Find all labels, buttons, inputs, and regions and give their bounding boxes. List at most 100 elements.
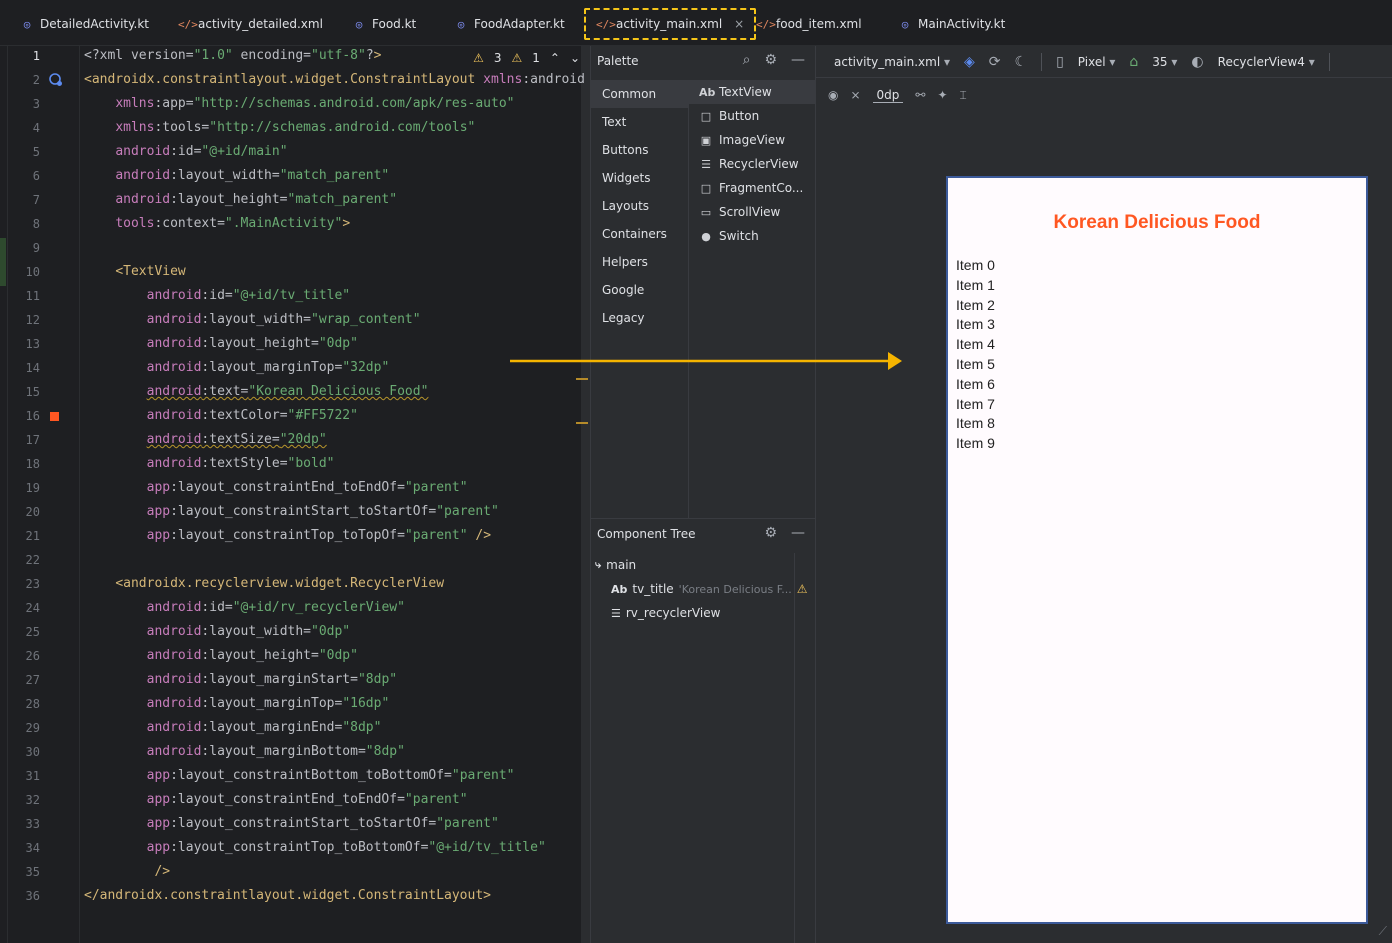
tab-foodadapter-kt[interactable]: ◎ FoodAdapter.kt [454, 8, 565, 40]
magnet-icon[interactable]: ⨯ [850, 88, 860, 102]
tree-node-main[interactable]: ⤷ main [595, 553, 636, 577]
tree-node-rv-recyclerView[interactable]: ☰ rv_recyclerView [611, 601, 720, 625]
code-line[interactable]: android:layout_marginTop="16dp" [84, 692, 390, 716]
code-line[interactable]: android:layout_height="0dp" [84, 332, 358, 356]
preview-title[interactable]: Korean Delicious Food [948, 212, 1366, 234]
palette-category-text[interactable]: Text [591, 108, 688, 136]
chevron-down-icon[interactable]: ⌄ [570, 51, 580, 65]
code-line[interactable]: <?xml version="1.0" encoding="utf-8"?> [84, 46, 381, 68]
code-line[interactable]: android:textStyle="bold" [84, 452, 335, 476]
tab-detailedactivity-kt[interactable]: ◎ DetailedActivity.kt [20, 8, 149, 40]
palette-category-widgets[interactable]: Widgets [591, 164, 688, 192]
warning-icon[interactable]: ⚠ [797, 582, 808, 596]
preview-list-item[interactable]: Item 8 [956, 414, 995, 434]
code-line[interactable]: /> [84, 860, 170, 884]
close-icon[interactable]: × [734, 17, 744, 31]
code-line[interactable]: app:layout_constraintBottom_toBottomOf="… [84, 764, 515, 788]
tab-activity-main-xml[interactable]: </> activity_main.xml × [584, 8, 757, 40]
code-line[interactable]: app:layout_constraintEnd_toEndOf="parent… [84, 788, 468, 812]
code-line[interactable]: android:id="@+id/main" [84, 140, 287, 164]
palette-item-scrollview[interactable]: ▭ ScrollView [689, 200, 816, 224]
code-line[interactable]: android:id="@+id/rv_recyclerView" [84, 596, 405, 620]
palette-category-buttons[interactable]: Buttons [591, 136, 688, 164]
code-line[interactable]: app:layout_constraintTop_toBottomOf="@+i… [84, 836, 546, 860]
code-line[interactable]: android:layout_height="0dp" [84, 644, 358, 668]
tree-node-tv-title[interactable]: Ab tv_title 'Korean Delicious F... ⚠ [611, 577, 808, 601]
gear-icon[interactable]: ⚙ [764, 525, 777, 541]
chevron-up-icon[interactable]: ⌃ [550, 51, 560, 65]
preview-list-item[interactable]: Item 3 [956, 315, 995, 335]
eye-icon[interactable]: ◉ [828, 88, 838, 102]
palette-item-switch[interactable]: ● Switch [689, 224, 816, 248]
gear-icon[interactable]: ⚙ [764, 52, 777, 68]
file-dropdown[interactable]: activity_main.xml [834, 55, 950, 69]
preview-list-item[interactable]: Item 2 [956, 296, 995, 316]
search-icon[interactable]: ⌕ [743, 52, 751, 68]
palette-item-fragmentco-[interactable]: □ FragmentCo... [689, 176, 816, 200]
preview-list-item[interactable]: Item 0 [956, 256, 995, 276]
tab-mainactivity-kt[interactable]: ◎ MainActivity.kt [898, 8, 1006, 40]
code-line[interactable]: tools:context=".MainActivity"> [84, 212, 350, 236]
code-line[interactable]: android:text="Korean Delicious Food" [84, 380, 429, 404]
code-line[interactable]: android:layout_marginTop="32dp" [84, 356, 390, 380]
resize-handle-icon[interactable]: ⟋ [1379, 924, 1387, 939]
palette-category-legacy[interactable]: Legacy [591, 304, 688, 332]
code-line[interactable]: android:layout_marginBottom="8dp" [84, 740, 405, 764]
code-line[interactable]: app:layout_constraintEnd_toEndOf="parent… [84, 476, 468, 500]
code-line[interactable]: xmlns:tools="http://schemas.android.com/… [84, 116, 475, 140]
minimize-icon[interactable]: — [791, 52, 805, 68]
preview-list-item[interactable]: Item 4 [956, 335, 995, 355]
preview-list-item[interactable]: Item 6 [956, 375, 995, 395]
palette-category-helpers[interactable]: Helpers [591, 248, 688, 276]
palette-item-recyclerview[interactable]: ☰ RecyclerView [689, 152, 816, 176]
palette-item-imageview[interactable]: ▣ ImageView [689, 128, 816, 152]
preview-list-item[interactable]: Item 7 [956, 395, 995, 415]
warning-marker[interactable] [576, 422, 588, 424]
code-line[interactable]: android:textColor="#FF5722" [84, 404, 358, 428]
palette-item-button[interactable]: □ Button [689, 104, 816, 128]
clear-constraints-icon[interactable]: ⚯ [915, 88, 925, 102]
guidelines-icon[interactable]: ⌶ [960, 88, 967, 103]
code-line[interactable]: app:layout_constraintTop_toTopOf="parent… [84, 524, 491, 548]
code-line[interactable]: </androidx.constraintlayout.widget.Const… [84, 884, 491, 908]
code-line[interactable]: android:layout_width="match_parent" [84, 164, 389, 188]
inspections-widget[interactable]: ⚠ 3 ⚠ 1 ⌃ ⌄ [467, 48, 586, 68]
code-line[interactable]: android:layout_width="0dp" [84, 620, 351, 644]
color-swatch-icon[interactable] [50, 412, 59, 421]
code-line[interactable]: android:layout_width="wrap_content" [84, 308, 421, 332]
palette-item-textview[interactable]: Ab TextView [689, 80, 816, 104]
preview-list-item[interactable]: Item 9 [956, 434, 995, 454]
night-mode-icon[interactable]: ☾ [1015, 54, 1028, 70]
palette-category-google[interactable]: Google [591, 276, 688, 304]
tab-food-item-xml[interactable]: </> food_item.xml [756, 8, 862, 40]
code-editor[interactable]: ⚠ 3 ⚠ 1 ⌃ ⌄ 1 <?xml version="1.0" encoding=… [0, 46, 590, 943]
palette-category-containers[interactable]: Containers [591, 220, 688, 248]
preview-recycler-view[interactable]: Item 0 Item 1 Item 2 Item 3 Item 4 Item 5 Item… [956, 256, 995, 454]
code-line[interactable]: app:layout_constraintStart_toStartOf="pa… [84, 812, 499, 836]
code-line[interactable]: android:layout_height="match_parent" [84, 188, 397, 212]
palette-category-layouts[interactable]: Layouts [591, 192, 688, 220]
theme-dropdown[interactable]: RecyclerView4 [1218, 55, 1315, 69]
preview-list-item[interactable]: Item 5 [956, 355, 995, 375]
code-line[interactable]: <androidx.constraintlayout.widget.Constr… [84, 68, 585, 92]
device-preview[interactable]: Korean Delicious Food Item 0 Item 1 Item 2… [946, 176, 1368, 924]
activity-gutter-icon[interactable] [48, 72, 64, 88]
infer-constraints-icon[interactable]: ✦ [937, 88, 947, 102]
layers-icon[interactable]: ◈ [964, 54, 975, 70]
orientation-icon[interactable]: ⟳ [989, 54, 1001, 70]
api-dropdown[interactable]: 35 [1152, 55, 1177, 69]
code-line[interactable]: android:layout_marginStart="8dp" [84, 668, 397, 692]
palette-category-common[interactable]: Common [591, 80, 688, 108]
device-dropdown[interactable]: Pixel [1078, 55, 1116, 69]
code-line[interactable]: android:id="@+id/tv_title" [84, 284, 351, 308]
minimize-icon[interactable]: — [791, 525, 805, 541]
code-line[interactable]: <TextView [84, 260, 185, 284]
editor-scrollbar[interactable] [581, 46, 590, 943]
preview-list-item[interactable]: Item 1 [956, 276, 995, 296]
tab-activity-detailed-xml[interactable]: </> activity_detailed.xml [178, 8, 323, 40]
code-line[interactable]: <androidx.recyclerview.widget.RecyclerVi… [84, 572, 444, 596]
warning-marker[interactable] [576, 378, 588, 380]
code-line[interactable]: xmlns:app="http://schemas.android.com/ap… [84, 92, 514, 116]
code-line[interactable]: app:layout_constraintStart_toStartOf="pa… [84, 500, 499, 524]
code-line[interactable]: android:layout_marginEnd="8dp" [84, 716, 382, 740]
